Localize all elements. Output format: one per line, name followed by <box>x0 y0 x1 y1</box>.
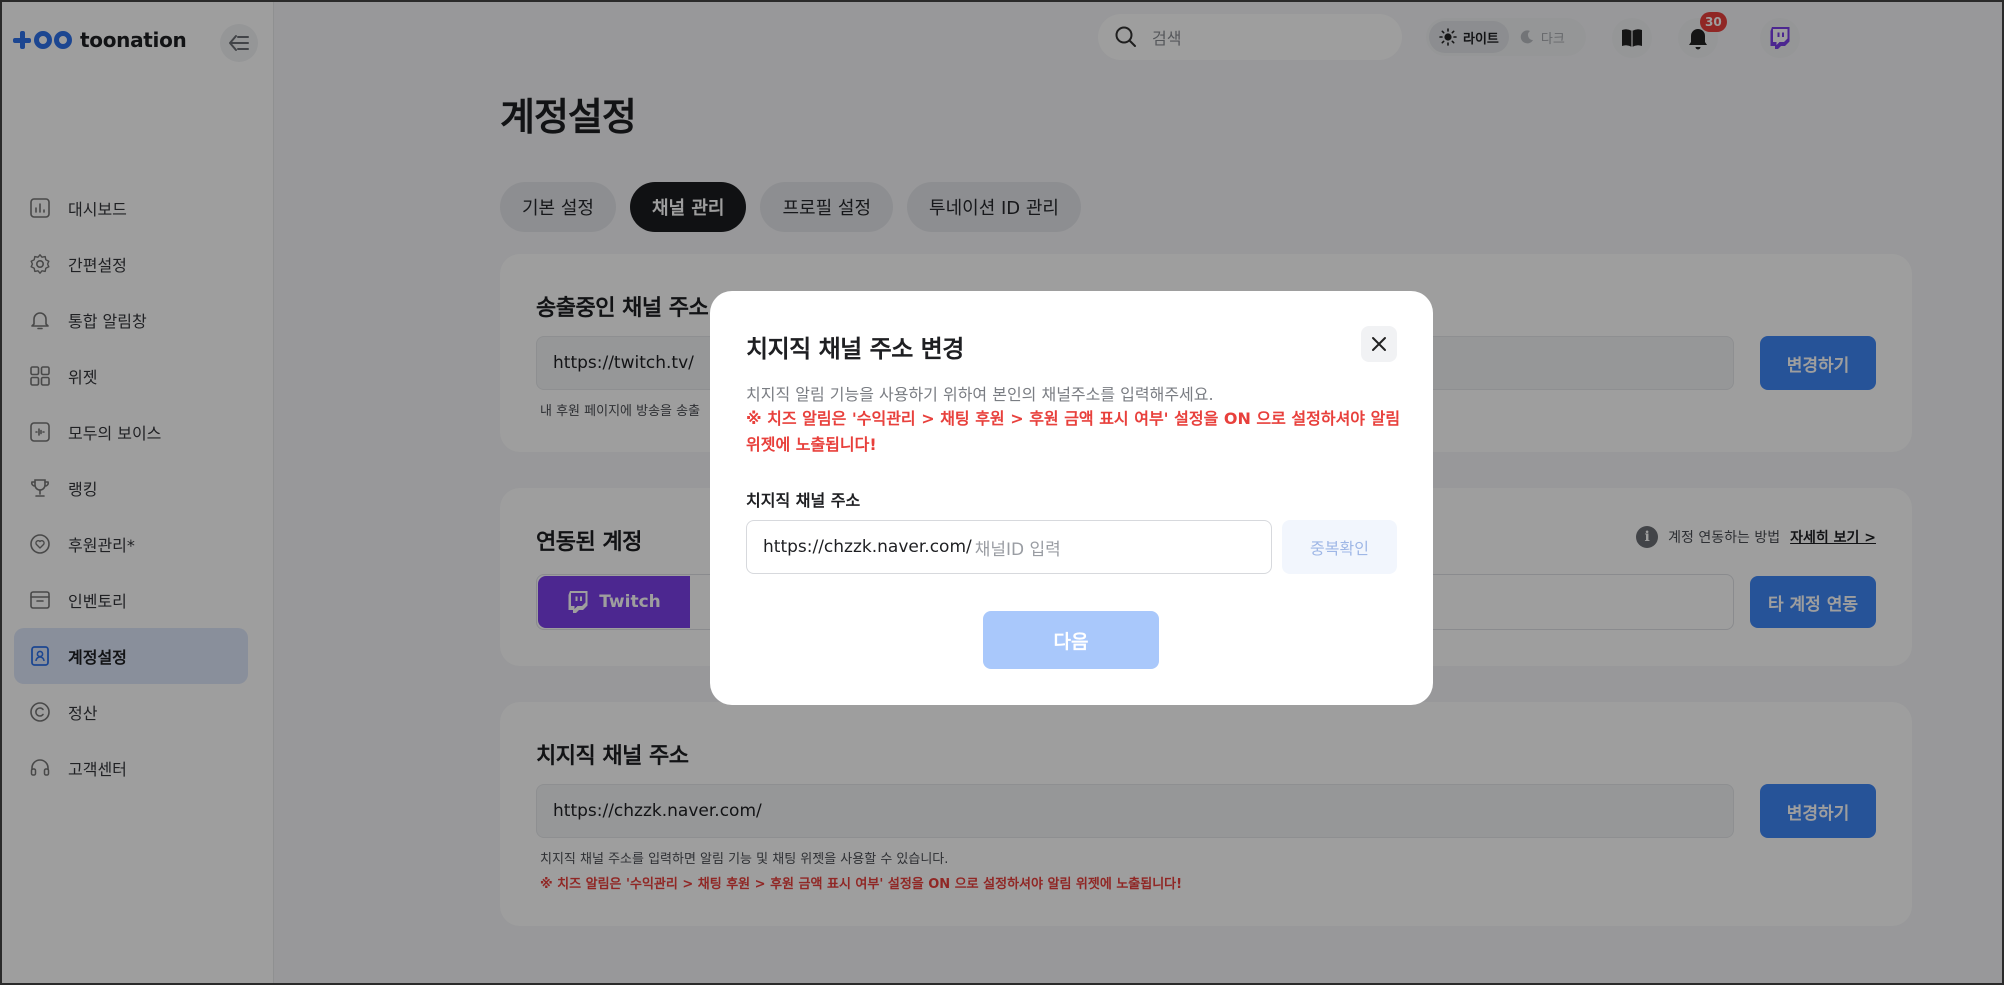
modal-close-button[interactable] <box>1361 326 1397 362</box>
url-prefix: https://chzzk.naver.com/ <box>763 537 972 557</box>
close-icon <box>1372 337 1386 351</box>
modal-title: 치지직 채널 주소 변경 <box>746 335 964 363</box>
chzzk-channel-id-input[interactable]: https://chzzk.naver.com/ 채널ID 입력 <box>746 520 1272 574</box>
modal-description: 치지직 알림 기능을 사용하기 위하여 본인의 채널주소를 입력해주세요. <box>746 385 1214 404</box>
chzzk-address-modal: 치지직 채널 주소 변경 치지직 알림 기능을 사용하기 위하여 본인의 채널주… <box>710 291 1433 705</box>
duplicate-check-button[interactable]: 중복확인 <box>1282 520 1397 574</box>
modal-warning: ※ 치즈 알림은 '수익관리 > 채팅 후원 > 후원 금액 표시 여부' 설정… <box>746 409 1401 454</box>
chzzk-address-label: 치지직 채널 주소 <box>746 491 861 510</box>
channel-id-placeholder: 채널ID 입력 <box>974 539 1061 560</box>
app-frame: toonation 대시보드 간편설정 통합 알림창 위젯 모두의 보이스 랭킹… <box>0 0 2004 985</box>
next-button[interactable]: 다음 <box>983 611 1159 669</box>
